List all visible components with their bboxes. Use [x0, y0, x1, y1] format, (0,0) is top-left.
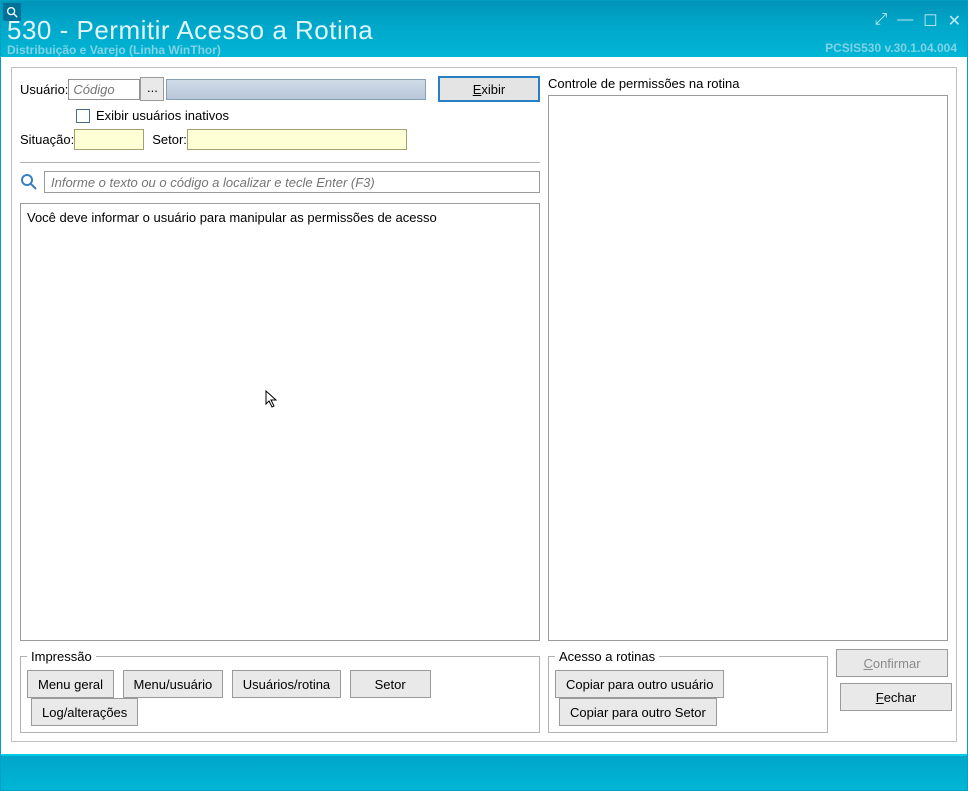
confirmar-button[interactable]: Confirmar — [836, 649, 948, 677]
exibir-text: xibir — [481, 82, 505, 97]
window-title: 530 - Permitir Acesso a Rotina — [7, 15, 373, 46]
impressao-group: Impressão Menu geral Menu/usuário Usuári… — [20, 649, 540, 733]
search-input[interactable] — [44, 171, 540, 193]
right-bottom-row: Acesso a rotinas Copiar para outro usuár… — [548, 649, 948, 733]
status-bar — [1, 754, 967, 790]
maximize-icon[interactable]: ☐ — [923, 11, 937, 31]
fechar-text: echar — [884, 690, 917, 705]
log-alteracoes-button[interactable]: Log/alterações — [31, 698, 138, 726]
left-bottom-row: Impressão Menu geral Menu/usuário Usuári… — [20, 649, 540, 733]
copiar-usuario-button[interactable]: Copiar para outro usuário — [555, 670, 724, 698]
controle-panel — [548, 95, 948, 641]
setor-label: Setor: — [152, 132, 187, 147]
restore-icon[interactable]: ⤢ — [874, 11, 887, 31]
window-subtitle: Distribuição e Varejo (Linha WinThor) — [7, 43, 221, 57]
minimize-icon[interactable]: ― — [897, 11, 913, 31]
permissions-panel: Você deve informar o usuário para manipu… — [20, 203, 540, 641]
action-buttons: Confirmar Fechar — [836, 649, 948, 733]
usuarios-rotina-button[interactable]: Usuários/rotina — [232, 670, 341, 698]
inativos-row: Exibir usuários inativos — [76, 108, 540, 123]
lookup-button[interactable]: ... — [140, 77, 164, 101]
search-row — [20, 162, 540, 193]
panel-message: Você deve informar o usuário para manipu… — [27, 210, 437, 225]
search-icon — [20, 173, 38, 191]
close-icon[interactable]: ✕ — [948, 11, 961, 31]
menu-usuario-button[interactable]: Menu/usuário — [123, 670, 224, 698]
exibir-button[interactable]: Exibir — [438, 76, 540, 102]
copiar-setor-button[interactable]: Copiar para outro Setor — [559, 698, 717, 726]
acesso-legend: Acesso a rotinas — [555, 649, 659, 664]
impressao-legend: Impressão — [27, 649, 96, 664]
usuario-row: Usuário: ... Exibir — [20, 76, 540, 102]
usuario-label: Usuário: — [20, 82, 68, 97]
setor-input[interactable] — [187, 129, 407, 150]
left-column: Usuário: ... Exibir Exibir usuários inat… — [20, 76, 540, 733]
setor-button[interactable]: Setor — [350, 670, 431, 698]
fechar-button[interactable]: Fechar — [840, 683, 952, 711]
cursor-icon — [265, 390, 279, 410]
confirmar-text: onfirmar — [873, 656, 921, 671]
situacao-row: Situação: Setor: — [20, 129, 540, 150]
window-controls: ⤢ ― ☐ ✕ — [874, 11, 961, 31]
right-column: Controle de permissões na rotina Acesso … — [548, 76, 948, 733]
app-window: 530 - Permitir Acesso a Rotina Distribui… — [0, 0, 968, 791]
title-bar: 530 - Permitir Acesso a Rotina Distribui… — [1, 1, 967, 57]
exibir-mnemonic: E — [473, 82, 482, 97]
version-label: PCSIS530 v.30.1.04.004 — [825, 41, 957, 55]
content-area: Usuário: ... Exibir Exibir usuários inat… — [11, 67, 957, 742]
menu-geral-button[interactable]: Menu geral — [27, 670, 114, 698]
inativos-label: Exibir usuários inativos — [96, 108, 229, 123]
situacao-input[interactable] — [74, 129, 144, 150]
usuario-name-input[interactable] — [166, 79, 426, 100]
situacao-label: Situação: — [20, 132, 74, 147]
confirmar-mnemonic: C — [863, 656, 872, 671]
codigo-input[interactable] — [68, 79, 140, 100]
controle-label: Controle de permissões na rotina — [548, 76, 948, 91]
inativos-checkbox[interactable] — [76, 109, 90, 123]
acesso-group: Acesso a rotinas Copiar para outro usuár… — [548, 649, 828, 733]
fechar-mnemonic: F — [876, 690, 884, 705]
